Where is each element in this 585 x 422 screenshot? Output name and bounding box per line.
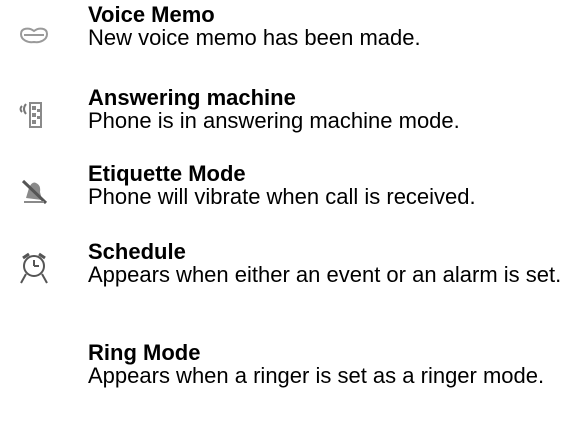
entry-title: Voice Memo [88, 2, 215, 27]
entry-title: Ring Mode [88, 340, 201, 365]
answering-machine-icon [14, 94, 54, 134]
entry-description: New voice memo has been made. [88, 25, 421, 50]
entry-description: Appears when a ringer is set as a ringer… [88, 363, 545, 388]
entry-title: Answering machine [88, 85, 296, 110]
voice-memo-icon [14, 17, 54, 57]
etiquette-mode-icon [14, 171, 54, 211]
entry-description: Appears when either an event or an alarm… [88, 262, 562, 287]
entry-description: Phone will vibrate when call is received… [88, 184, 476, 209]
entry-description: Phone is in answering machine mode. [88, 108, 460, 133]
entry-title: Etiquette Mode [88, 161, 246, 186]
entry-title: Schedule [88, 239, 186, 264]
alarm-clock-icon [14, 248, 54, 288]
